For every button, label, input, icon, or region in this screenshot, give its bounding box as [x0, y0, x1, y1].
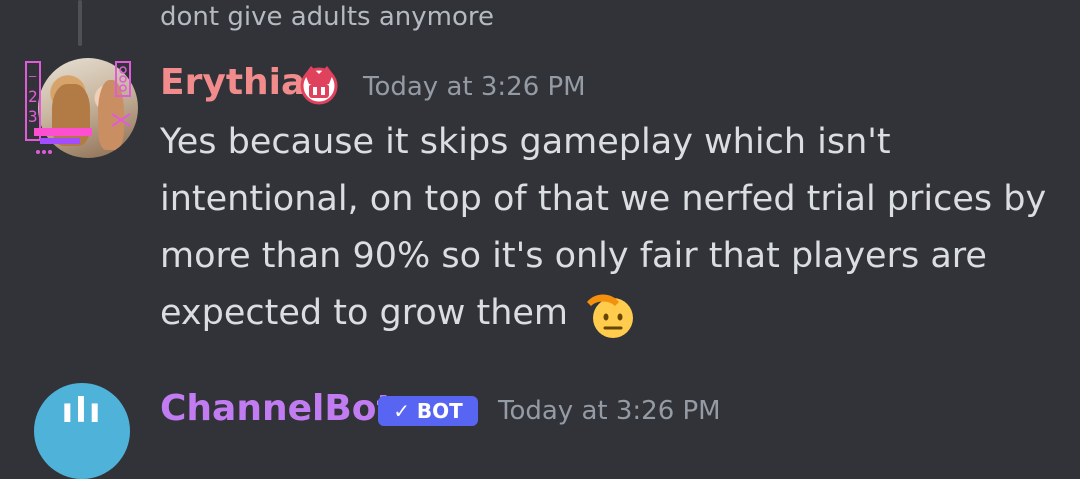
bot-avatar-icon[interactable]: ılı: [34, 383, 130, 479]
svg-text:3: 3: [28, 107, 38, 126]
author-username[interactable]: Erythia: [160, 62, 305, 103]
svg-text:2: 2: [28, 87, 38, 106]
bot-tag-badge: ✓ BOT: [378, 396, 478, 426]
next-message-timestamp[interactable]: Today at 3:26 PM: [498, 396, 721, 426]
message-content: Yes because it skips gameplay which isn'…: [160, 114, 1060, 342]
previous-message-text: dont give adults anymore: [160, 2, 495, 32]
saluting-face-emoji-icon[interactable]: [585, 288, 637, 340]
next-author-username[interactable]: ChannelBot: [160, 388, 394, 429]
svg-text:—: —: [29, 69, 37, 83]
avatar-decoration-icon: — 2 3: [25, 61, 131, 154]
author-avatar-frame[interactable]: — 2 3: [22, 56, 138, 160]
thread-connector-line: [78, 0, 82, 46]
crown-role-icon[interactable]: [297, 62, 341, 106]
message-timestamp[interactable]: Today at 3:26 PM: [363, 72, 586, 102]
